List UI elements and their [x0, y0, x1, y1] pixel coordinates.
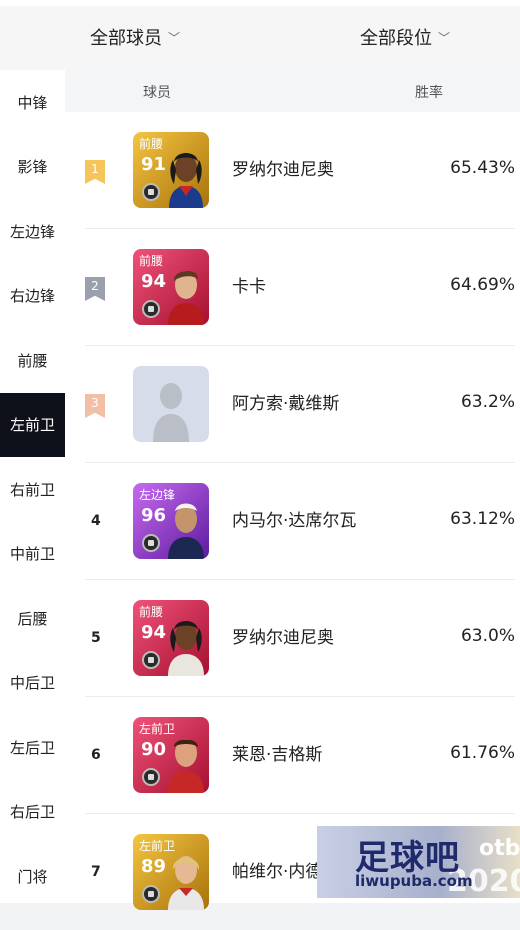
sidebar-item-cmf[interactable]: 中前卫 [0, 522, 65, 587]
rank-flag-gold: 1 [85, 160, 105, 184]
position-sidebar: 中锋 影锋 左边锋 右边锋 前腰 左前卫 右前卫 中前卫 后腰 中后卫 左后卫 … [0, 70, 65, 903]
sidebar-item-lwf[interactable]: 左边锋 [0, 199, 65, 264]
player-card[interactable]: 前腰 91 [133, 132, 209, 208]
sidebar-item-st[interactable]: 中锋 [0, 70, 65, 135]
column-header-winrate: 胜率 [415, 85, 443, 101]
rank-number: 4 [91, 513, 101, 529]
player-portrait-icon [169, 153, 203, 208]
win-rate: 63.12% [450, 509, 515, 529]
player-name: 莱恩·吉格斯 [232, 745, 323, 765]
player-portrait-icon [168, 503, 204, 559]
chevron-down-icon: ﹀ [168, 30, 181, 45]
player-card[interactable]: 左前卫 90 [133, 717, 209, 793]
rank-filter-dropdown[interactable]: 全部段位 ﹀ [360, 24, 450, 50]
player-card[interactable]: 左前卫 89 [133, 834, 209, 910]
player-portrait-icon [168, 856, 204, 910]
win-rate: 61.76% [450, 743, 515, 763]
player-name: 卡卡 [232, 277, 266, 297]
sidebar-item-amf[interactable]: 前腰 [0, 328, 65, 393]
rank-number: 6 [91, 747, 101, 763]
site-watermark-logo: 2020 足球吧 otba liwupuba.com [317, 826, 520, 898]
rank-number: 5 [91, 630, 101, 646]
card-position: 前腰 [139, 137, 164, 151]
player-portrait-icon [168, 270, 204, 325]
sidebar-item-dmf[interactable]: 后腰 [0, 586, 65, 651]
avatar-placeholder-icon [153, 383, 189, 442]
win-rate: 63.2% [460, 392, 515, 412]
win-rate: 64.69% [450, 275, 515, 295]
rank-flag-silver: 2 [85, 277, 105, 301]
player-card-placeholder[interactable] [133, 366, 209, 442]
player-card[interactable]: 前腰 94 [133, 249, 209, 325]
sidebar-item-cb[interactable]: 中后卫 [0, 651, 65, 716]
table-row[interactable]: 3 阿方索·戴维斯 63.2% [85, 346, 515, 463]
sidebar-item-rb[interactable]: 右后卫 [0, 780, 65, 845]
card-badge-icon [142, 768, 160, 786]
sidebar-item-lmf[interactable]: 左前卫 [0, 392, 65, 457]
watermark-url: liwupuba.com [355, 872, 473, 890]
player-name: 罗纳尔迪尼奥 [232, 628, 334, 648]
sidebar-item-lb[interactable]: 左后卫 [0, 715, 65, 780]
column-header-player: 球员 [143, 85, 171, 101]
player-card[interactable]: 前腰 94 [133, 600, 209, 676]
table-row[interactable]: 2 前腰 94 卡卡 64.69% [85, 229, 515, 346]
watermark-side-text: otba [479, 836, 520, 861]
filter-bar: 全部球员 ﹀ 全部段位 ﹀ [0, 0, 520, 70]
rank-flag-bronze: 3 [85, 394, 105, 418]
win-rate: 65.43% [450, 158, 515, 178]
card-badge-icon [142, 651, 160, 669]
win-rate: 63.0% [460, 626, 515, 646]
chevron-down-icon: ﹀ [438, 30, 451, 45]
table-row[interactable]: 4 左边锋 96 内马尔·达席尔瓦 63.12% [85, 463, 515, 580]
card-rating: 96 [141, 505, 167, 526]
card-rating: 91 [141, 154, 167, 175]
sidebar-item-gk[interactable]: 门将 [0, 844, 65, 909]
sidebar-item-rwf[interactable]: 右边锋 [0, 264, 65, 329]
card-badge-icon [142, 183, 160, 201]
table-row[interactable]: 6 左前卫 90 莱恩·吉格斯 61.76% [85, 697, 515, 814]
rank-filter-label: 全部段位 [360, 28, 432, 49]
player-card[interactable]: 左边锋 96 [133, 483, 209, 559]
ranking-table: 球员 胜率 1 前腰 91 罗纳尔迪尼奥 65.43% 2 前腰 94 卡卡 6… [65, 70, 520, 910]
card-badge-icon [142, 885, 160, 903]
card-rating: 94 [141, 271, 167, 292]
player-name: 阿方索·戴维斯 [232, 394, 340, 414]
card-rating: 90 [141, 739, 167, 760]
table-row[interactable]: 5 前腰 94 罗纳尔迪尼奥 63.0% [85, 580, 515, 697]
sidebar-item-rmf[interactable]: 右前卫 [0, 457, 65, 522]
player-name: 内马尔·达席尔瓦 [232, 511, 357, 531]
player-portrait-icon [168, 739, 204, 793]
sidebar-item-ss[interactable]: 影锋 [0, 135, 65, 200]
table-row[interactable]: 1 前腰 91 罗纳尔迪尼奥 65.43% [85, 112, 515, 229]
player-name: 罗纳尔迪尼奥 [232, 160, 334, 180]
card-position: 前腰 [139, 254, 164, 268]
card-rating: 89 [141, 856, 167, 877]
card-badge-icon [142, 300, 160, 318]
card-position: 前腰 [139, 605, 164, 619]
player-portrait-icon [168, 621, 204, 676]
player-filter-label: 全部球员 [90, 28, 162, 49]
table-header: 球员 胜率 [65, 70, 520, 112]
rank-number: 7 [91, 864, 101, 880]
player-filter-dropdown[interactable]: 全部球员 ﹀ [90, 24, 180, 50]
card-badge-icon [142, 534, 160, 552]
card-rating: 94 [141, 622, 167, 643]
